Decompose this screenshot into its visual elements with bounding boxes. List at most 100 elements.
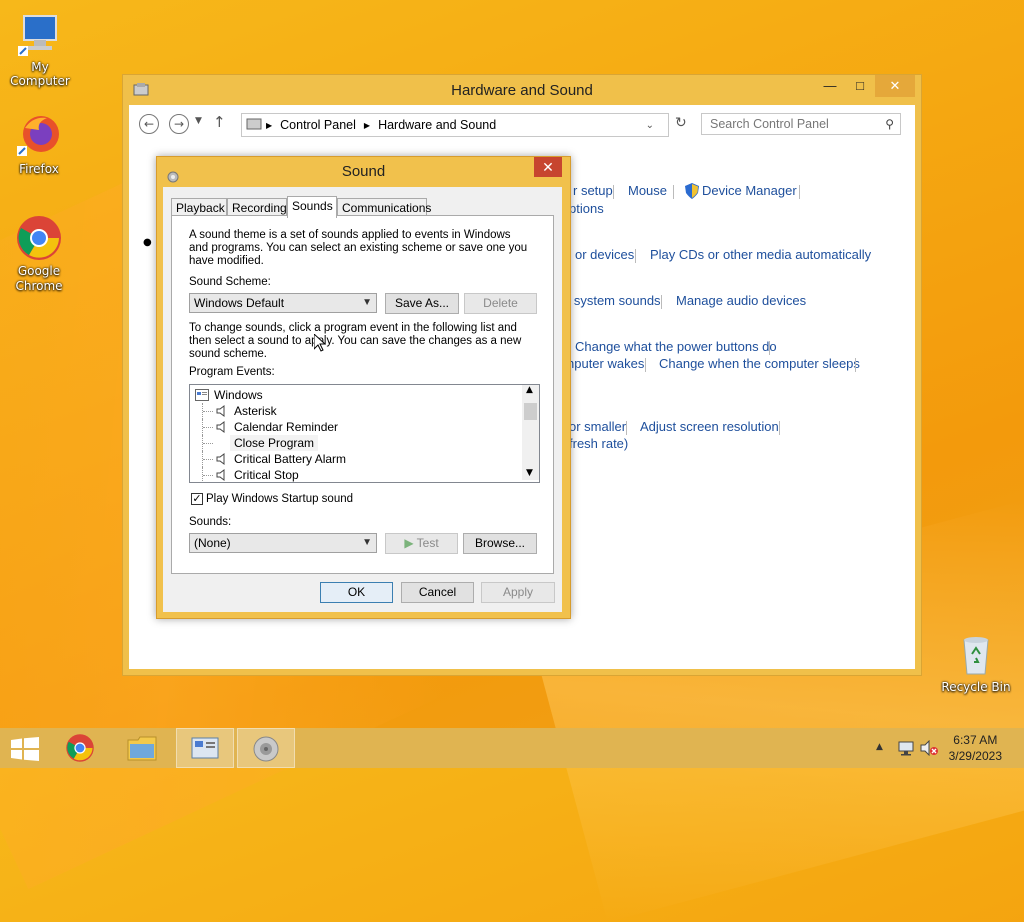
control-panel-small-icon [246, 117, 262, 134]
program-events-list[interactable]: Windows Asterisk Calendar Reminder Close… [189, 384, 540, 483]
show-hidden-icons-chevron-icon[interactable]: ▲ [876, 742, 883, 752]
volume-muted-icon[interactable] [920, 739, 938, 759]
close-button[interactable]: ✕ [875, 75, 915, 97]
startup-sound-checkbox[interactable]: ✓ [191, 493, 203, 505]
taskbar-control-panel[interactable] [176, 728, 234, 768]
taskbar: ▲ 6:37 AM 3/29/2023 [0, 728, 1024, 768]
link-device-setup[interactable]: r setup [573, 183, 613, 198]
desktop-icon-label: Firefox [19, 162, 59, 176]
link-options[interactable]: ptions [569, 201, 604, 216]
refresh-icon[interactable]: ↻ [675, 115, 687, 131]
windows-logo-icon [11, 737, 39, 764]
desktop-icon-recycle-bin[interactable]: Recycle Bin [936, 630, 1016, 694]
maximize-button[interactable]: □ [845, 75, 875, 97]
start-button[interactable] [0, 728, 58, 768]
link-play-cds[interactable]: Play CDs or other media automatically [650, 247, 871, 262]
network-icon[interactable] [898, 740, 914, 759]
sounds-select[interactable]: (None) ▼ [189, 533, 377, 553]
folder-icon [127, 734, 157, 765]
scroll-up-icon[interactable]: ▲ [526, 385, 533, 395]
separator [855, 358, 856, 372]
back-button[interactable]: ← [139, 114, 159, 134]
sound-dialog-close-button[interactable]: ✕ [534, 157, 562, 177]
list-item[interactable]: Calendar Reminder [190, 419, 520, 435]
navigation-bar: ← → ▼ ↑ ▶ Control Panel ▶ Hardware and S… [137, 113, 907, 137]
sounds-label: Sounds: [189, 516, 232, 528]
desktop-icon-firefox[interactable]: Firefox [0, 112, 79, 176]
ok-button[interactable]: OK [320, 582, 393, 603]
sound-scheme-select[interactable]: Windows Default ▼ [189, 293, 377, 313]
link-computer-sleeps[interactable]: Change when the computer sleeps [659, 356, 860, 371]
recycle-bin-icon [952, 630, 1000, 678]
minimize-button[interactable]: — [815, 75, 845, 97]
list-item[interactable]: Critical Stop [190, 467, 520, 482]
link-device-manager[interactable]: Device Manager [702, 183, 797, 198]
chrome-icon [65, 733, 95, 766]
link-refresh-rate[interactable]: fresh rate) [569, 436, 628, 451]
list-item[interactable]: Critical Battery Alarm [190, 451, 520, 467]
breadcrumb-arrow-icon: ▶ [266, 120, 273, 130]
tab-sounds[interactable]: Sounds [287, 196, 337, 218]
save-as-button[interactable]: Save As... [385, 293, 459, 314]
sound-dialog-title: Sound [341, 163, 386, 180]
link-adjust-resolution[interactable]: Adjust screen resolution [640, 419, 779, 434]
link-power-buttons[interactable]: Change what the power buttons do [575, 339, 777, 354]
scroll-down-icon[interactable]: ▼ [526, 468, 533, 478]
control-panel-app-icon [133, 83, 149, 97]
startup-sound-label[interactable]: Play Windows Startup sound [206, 493, 353, 506]
address-dropdown-icon[interactable]: ⌄ [646, 120, 654, 131]
link-or-smaller[interactable]: or smaller [569, 419, 626, 434]
link-or-devices[interactable]: or devices [575, 247, 634, 262]
recent-pages-chevron-icon[interactable]: ▼ [195, 116, 202, 126]
link-computer-wakes[interactable]: nputer wakes [567, 356, 644, 371]
link-manage-audio-devices[interactable]: Manage audio devices [676, 293, 806, 308]
taskbar-sound[interactable] [237, 728, 295, 768]
computer-icon [16, 10, 64, 58]
sounds-tab-panel: A sound theme is a set of sounds applied… [171, 215, 554, 574]
events-scrollbar[interactable]: ▲ ▼ [522, 385, 539, 480]
taskbar-chrome[interactable] [52, 728, 110, 768]
scroll-thumb[interactable] [524, 403, 537, 420]
sound-dialog-titlebar[interactable]: Sound ✕ [157, 157, 570, 187]
cancel-button[interactable]: Cancel [401, 582, 474, 603]
list-item[interactable]: Asterisk [190, 403, 520, 419]
address-bar[interactable]: ▶ Control Panel ▶ Hardware and Sound ⌄ [241, 113, 669, 137]
tab-playback[interactable]: Playback [171, 198, 227, 216]
forward-button[interactable]: → [169, 114, 189, 134]
desktop-icon-my-computer[interactable]: My Computer [0, 10, 80, 88]
link-system-sounds[interactable]: e system sounds [563, 293, 661, 308]
test-button[interactable]: ▶ Test [385, 533, 458, 554]
breadcrumb-hardware-and-sound[interactable]: Hardware and Sound [378, 118, 496, 132]
desktop-icon-chrome[interactable]: Google Chrome [0, 214, 79, 294]
tab-recording[interactable]: Recording [227, 198, 287, 216]
browse-button[interactable]: Browse... [463, 533, 537, 554]
sound-dialog: Sound ✕ Playback Recording Sounds Commun… [156, 156, 571, 619]
intro-text: A sound theme is a set of sounds applied… [189, 229, 528, 267]
speaker-icon [216, 453, 226, 465]
chrome-icon [15, 214, 63, 262]
breadcrumb-control-panel[interactable]: Control Panel [280, 118, 356, 132]
list-item[interactable]: Windows [190, 387, 520, 403]
search-icon: ⚲ [885, 117, 894, 131]
control-panel-titlebar[interactable]: Hardware and Sound — □ ✕ [123, 75, 921, 105]
instructions-text: To change sounds, click a program event … [189, 322, 522, 360]
delete-button[interactable]: Delete [464, 293, 537, 314]
speaker-gear-icon [166, 165, 180, 183]
desktop-icon-label: Recycle Bin [941, 680, 1011, 694]
apply-button[interactable]: Apply [481, 582, 555, 603]
chevron-down-icon: ▼ [362, 537, 372, 548]
control-panel-title: Hardware and Sound [451, 81, 593, 99]
taskbar-file-explorer[interactable] [114, 728, 172, 768]
breadcrumb-arrow-icon: ▶ [363, 120, 371, 130]
tab-communications[interactable]: Communications [337, 198, 431, 216]
up-arrow-icon[interactable]: ↑ [213, 113, 226, 131]
list-item[interactable]: Close Program [190, 435, 520, 451]
link-mouse[interactable]: Mouse [628, 183, 667, 198]
system-clock[interactable]: 6:37 AM 3/29/2023 [949, 732, 1002, 764]
search-input[interactable]: Search Control Panel ⚲ [701, 113, 901, 135]
separator [613, 185, 614, 199]
shield-icon [685, 183, 699, 202]
speaker-icon [216, 469, 226, 481]
chevron-down-icon: ▼ [362, 297, 372, 308]
desktop-icon-label: Google Chrome [15, 264, 63, 293]
